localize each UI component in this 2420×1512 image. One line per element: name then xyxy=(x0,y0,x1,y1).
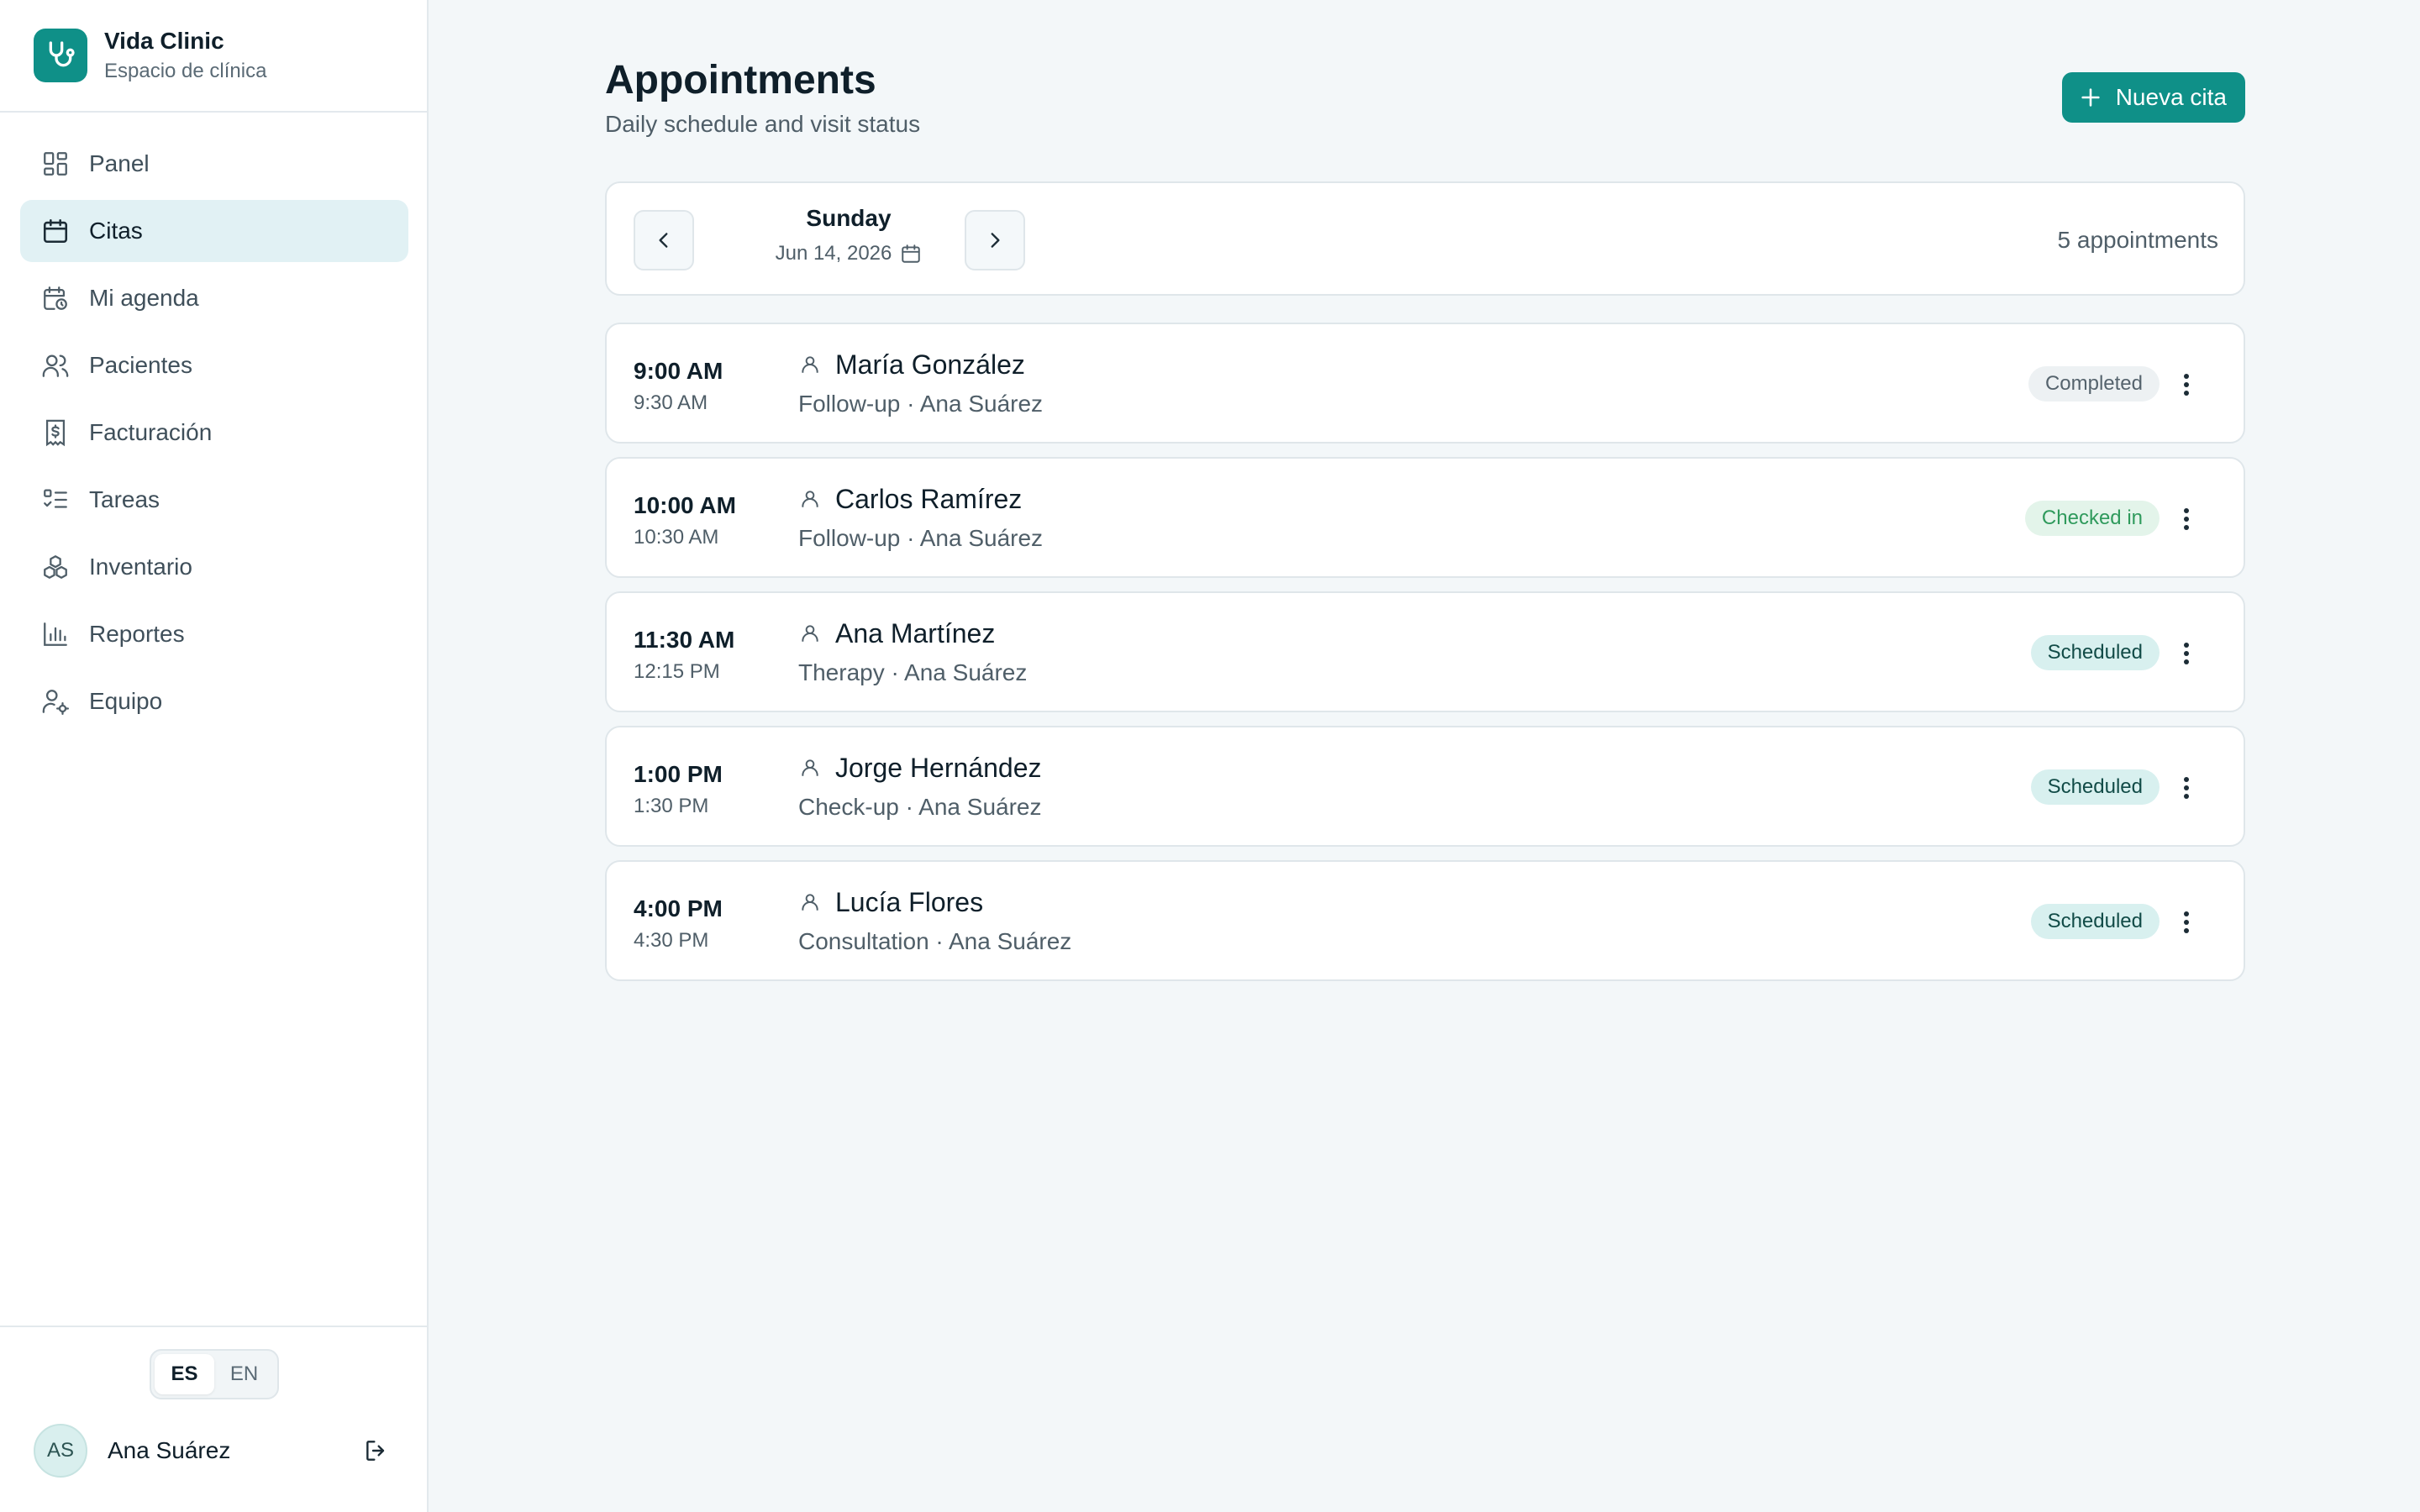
sidebar-item-label: Tareas xyxy=(89,486,160,512)
patient-name: Lucía Flores xyxy=(835,887,984,917)
person-icon xyxy=(798,756,822,780)
person-icon xyxy=(798,622,822,645)
patient-name: María González xyxy=(835,349,1025,380)
logout-icon[interactable] xyxy=(360,1434,393,1467)
status-badge: Scheduled xyxy=(2030,635,2160,670)
sidebar-item-equipo[interactable]: Equipo xyxy=(20,670,408,732)
sidebar-item-tareas[interactable]: Tareas xyxy=(20,469,408,531)
appointment-details: Consultation · Ana Suárez xyxy=(798,928,1072,954)
status-badge: Completed xyxy=(2028,366,2160,402)
appointment-card[interactable]: 9:00 AM 9:30 AM María González Follow-up… xyxy=(605,323,2245,444)
language-es-button[interactable]: ES xyxy=(155,1354,214,1394)
appointment-start-time: 9:00 AM xyxy=(634,358,723,384)
status-badge: Checked in xyxy=(2024,501,2160,536)
appointment-start-time: 10:00 AM xyxy=(634,492,736,518)
calendar-clock-icon xyxy=(40,283,71,313)
plus-icon xyxy=(2079,86,2102,109)
sidebar-item-citas[interactable]: Citas xyxy=(20,200,408,262)
sidebar-item-label: Mi agenda xyxy=(89,285,199,311)
boxes-icon xyxy=(40,552,71,582)
appointment-end-time: 10:30 AM xyxy=(634,526,719,549)
sidebar-item-label: Pacientes xyxy=(89,352,192,378)
dashboard-icon xyxy=(40,149,71,179)
previous-day-button[interactable] xyxy=(634,210,694,270)
more-options-icon[interactable] xyxy=(2170,906,2203,939)
appointment-details: Check-up · Ana Suárez xyxy=(798,794,1042,820)
patient-name: Jorge Hernández xyxy=(835,753,1042,783)
patient-name: Carlos Ramírez xyxy=(835,484,1023,514)
appointment-card[interactable]: 1:00 PM 1:30 PM Jorge Hernández Check-up… xyxy=(605,726,2245,847)
appointment-card[interactable]: 11:30 AM 12:15 PM Ana Martínez Therapy ·… xyxy=(605,591,2245,712)
sidebar-item-label: Inventario xyxy=(89,554,192,580)
sidebar-item-mi-agenda[interactable]: Mi agenda xyxy=(20,267,408,329)
user-cog-icon xyxy=(40,686,71,717)
stethoscope-icon xyxy=(34,29,87,82)
sidebar-footer: ES EN AS Ana Suárez xyxy=(0,1326,427,1512)
sidebar-item-inventario[interactable]: Inventario xyxy=(20,536,408,598)
person-icon xyxy=(798,890,822,914)
appointment-end-time: 9:30 AM xyxy=(634,391,708,414)
appointment-end-time: 4:30 PM xyxy=(634,929,709,952)
users-icon xyxy=(40,350,71,381)
person-icon xyxy=(798,353,822,376)
appointment-list: 9:00 AM 9:30 AM María González Follow-up… xyxy=(605,323,2245,995)
sidebar-item-label: Reportes xyxy=(89,621,185,647)
sidebar-item-label: Facturación xyxy=(89,419,213,445)
date-value: Jun 14, 2026 xyxy=(775,242,892,265)
task-list-icon xyxy=(40,485,71,515)
brand-name: Vida Clinic xyxy=(104,28,224,54)
appointment-details: Therapy · Ana Suárez xyxy=(798,659,1028,685)
sidebar: Vida Clinic Espacio de clínica Panel Cit… xyxy=(0,0,429,1512)
sidebar-nav: Panel Citas Mi agenda Pacientes Facturac… xyxy=(20,133,408,738)
sidebar-item-label: Equipo xyxy=(89,688,163,714)
language-en-button[interactable]: EN xyxy=(214,1354,274,1394)
avatar: AS xyxy=(34,1424,87,1478)
appointment-count: 5 appointments xyxy=(2057,227,2218,253)
more-options-icon[interactable] xyxy=(2170,637,2203,670)
chevron-left-icon xyxy=(653,229,675,251)
status-badge: Scheduled xyxy=(2030,769,2160,805)
sidebar-item-label: Panel xyxy=(89,150,150,176)
appointment-end-time: 1:30 PM xyxy=(634,795,709,817)
person-icon xyxy=(798,487,822,511)
sidebar-item-reportes[interactable]: Reportes xyxy=(20,603,408,665)
date-day: Sunday xyxy=(806,205,892,231)
new-appointment-label: Nueva cita xyxy=(2115,84,2227,110)
date-picker-trigger[interactable]: Jun 14, 2026 xyxy=(723,240,975,267)
calendar-icon xyxy=(900,243,922,265)
more-options-icon[interactable] xyxy=(2170,368,2203,402)
appointment-card[interactable]: 10:00 AM 10:30 AM Carlos Ramírez Follow-… xyxy=(605,457,2245,578)
language-toggle: ES EN xyxy=(150,1349,279,1399)
status-badge: Scheduled xyxy=(2030,904,2160,939)
more-options-icon[interactable] xyxy=(2170,771,2203,805)
sidebar-item-panel[interactable]: Panel xyxy=(20,133,408,195)
brand-header: Vida Clinic Espacio de clínica xyxy=(0,0,427,113)
date-navigator: Sunday Jun 14, 2026 5 appointments xyxy=(605,181,2245,296)
chevron-right-icon xyxy=(984,229,1006,251)
new-appointment-button[interactable]: Nueva cita xyxy=(2061,72,2245,123)
appointment-details: Follow-up · Ana Suárez xyxy=(798,391,1044,417)
sidebar-item-pacientes[interactable]: Pacientes xyxy=(20,334,408,396)
appointment-end-time: 12:15 PM xyxy=(634,660,720,683)
page-subtitle: Daily schedule and visit status xyxy=(605,111,921,137)
user-profile: AS Ana Suárez xyxy=(34,1423,393,1478)
page-title: Appointments xyxy=(605,58,876,102)
appointment-card[interactable]: 4:00 PM 4:30 PM Lucía Flores Consultatio… xyxy=(605,860,2245,981)
calendar-icon xyxy=(40,216,71,246)
bar-chart-icon xyxy=(40,619,71,649)
patient-name: Ana Martínez xyxy=(835,618,996,648)
appointment-start-time: 11:30 AM xyxy=(634,627,735,653)
sidebar-item-facturacion[interactable]: Facturación xyxy=(20,402,408,464)
more-options-icon[interactable] xyxy=(2170,502,2203,536)
sidebar-item-label: Citas xyxy=(89,218,143,244)
appointment-start-time: 4:00 PM xyxy=(634,895,723,921)
next-day-button[interactable] xyxy=(965,210,1025,270)
appointment-start-time: 1:00 PM xyxy=(634,761,723,787)
brand-subtitle: Espacio de clínica xyxy=(104,60,267,82)
receipt-dollar-icon xyxy=(40,417,71,448)
appointment-details: Follow-up · Ana Suárez xyxy=(798,525,1044,551)
user-name: Ana Suárez xyxy=(108,1437,231,1463)
